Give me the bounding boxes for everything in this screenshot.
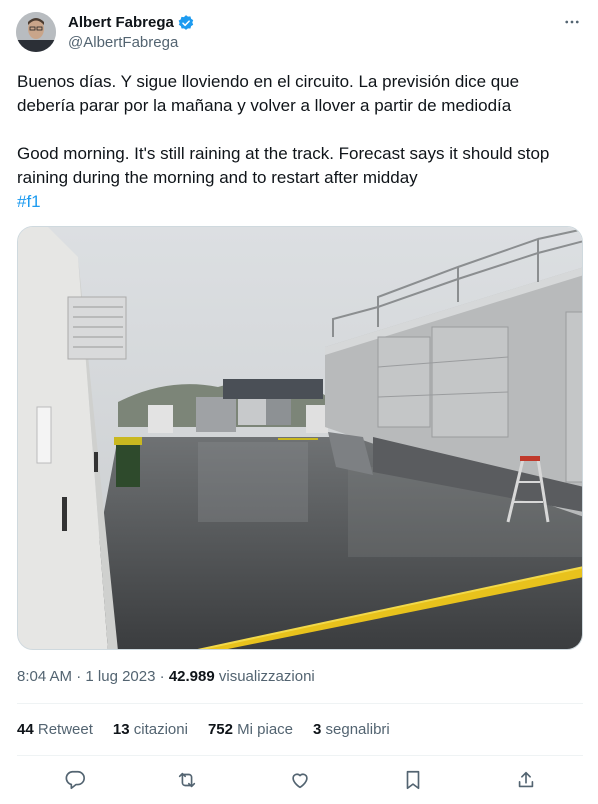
tweet-date[interactable]: 1 lug 2023 bbox=[85, 668, 155, 685]
divider bbox=[17, 703, 583, 704]
likes-stat[interactable]: 752 Mi piace bbox=[208, 720, 293, 740]
more-options-icon[interactable] bbox=[562, 12, 582, 32]
tweet-paragraph-english: Good morning. It's still raining at the … bbox=[17, 144, 550, 187]
display-name[interactable]: Albert Fabrega bbox=[68, 13, 174, 33]
avatar[interactable] bbox=[16, 12, 56, 52]
tweet-text: Buenos días. Y sigue lloviendo en el cir… bbox=[17, 70, 577, 214]
reply-icon[interactable] bbox=[62, 767, 88, 793]
tweet-stats: 44 Retweet 13 citazioni 752 Mi piace 3 s… bbox=[17, 720, 390, 740]
tweet-time[interactable]: 8:04 AM bbox=[17, 668, 72, 685]
meta-separator: · bbox=[159, 668, 165, 685]
views-count: 42.989 bbox=[168, 668, 215, 685]
retweet-icon[interactable] bbox=[174, 767, 200, 793]
author-names: Albert Fabrega @AlbertFabrega bbox=[68, 13, 195, 53]
tweet-photo[interactable] bbox=[17, 226, 583, 650]
bookmarks-stat[interactable]: 3 segnalibri bbox=[313, 720, 390, 740]
action-bar bbox=[17, 764, 583, 796]
share-icon[interactable] bbox=[513, 767, 539, 793]
like-icon[interactable] bbox=[287, 767, 313, 793]
bookmark-icon[interactable] bbox=[400, 767, 426, 793]
verified-badge-icon[interactable] bbox=[177, 14, 195, 32]
tweet-paragraph-spanish: Buenos días. Y sigue lloviendo en el cir… bbox=[17, 72, 520, 115]
views-label: visualizzazioni bbox=[218, 668, 315, 685]
author-handle[interactable]: @AlbertFabrega bbox=[68, 33, 195, 53]
tweet-meta: 8:04 AM · 1 lug 2023 · 42.989 visualizza… bbox=[17, 667, 315, 687]
divider bbox=[17, 755, 583, 756]
retweets-stat[interactable]: 44 Retweet bbox=[17, 720, 93, 740]
hashtag-link[interactable]: #f1 bbox=[17, 190, 577, 214]
meta-separator: · bbox=[76, 668, 82, 685]
quotes-stat[interactable]: 13 citazioni bbox=[113, 720, 188, 740]
tweet-header: Albert Fabrega @AlbertFabrega bbox=[16, 12, 582, 56]
